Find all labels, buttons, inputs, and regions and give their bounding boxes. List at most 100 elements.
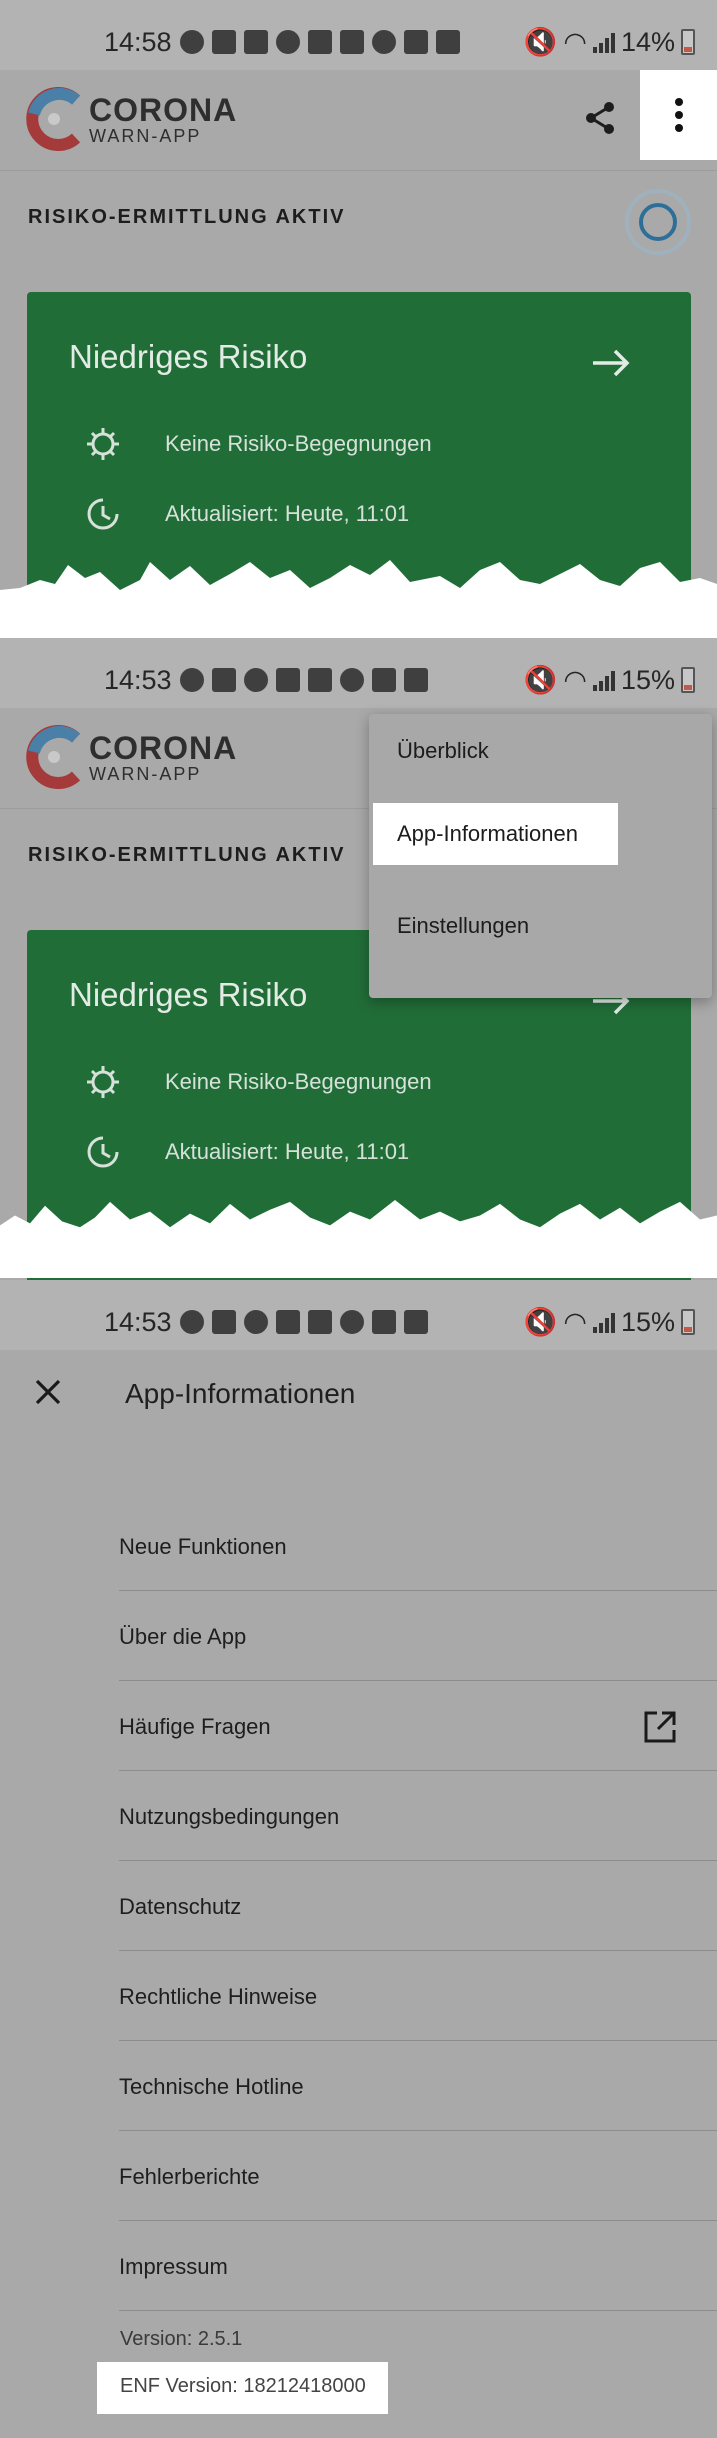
screenshot-home: 14:58 🔇 ◠ 14% CORONA WARN-APP RISIKO-ERM… — [0, 0, 717, 640]
upload-icon — [276, 668, 300, 692]
risk-card-title: Niedriges Risiko — [69, 338, 308, 375]
battery-icon — [681, 29, 695, 55]
updated-row: Aktualisiert: Heute, 11:01 — [83, 492, 409, 536]
signal-icon — [592, 31, 615, 53]
corona-warn-app-logo — [26, 87, 81, 151]
account-icon — [276, 30, 300, 54]
battery-percent: 15% — [620, 1306, 675, 1337]
external-link-icon — [644, 1711, 676, 1743]
list-item-label: Rechtliche Hinweise — [119, 1984, 318, 2009]
netflix-icon — [308, 668, 332, 692]
list-item-terms[interactable]: Nutzungsbedingungen — [119, 1771, 717, 1861]
clock-icon — [87, 1136, 119, 1168]
status-bar: 14:58 🔇 ◠ 14% — [0, 0, 717, 70]
page-title: App-Informationen — [125, 1378, 356, 1409]
list-item-imprint[interactable]: Impressum — [119, 2221, 717, 2311]
clock-icon — [87, 498, 119, 530]
notification-icon — [180, 30, 204, 54]
image-icon — [436, 30, 460, 54]
app-subname: WARN-APP — [89, 764, 202, 784]
mail-icon — [212, 1310, 236, 1334]
more-vert-icon — [674, 98, 683, 132]
wifi-icon: ◠ — [563, 1306, 587, 1337]
battery-icon — [681, 667, 695, 693]
mute-icon: 🔇 — [523, 27, 558, 57]
status-time: 14:58 — [104, 27, 172, 57]
status-time: 14:53 — [104, 665, 172, 695]
more-options-button[interactable] — [640, 70, 717, 160]
system-status: 🔇 ◠ 14% — [524, 26, 695, 58]
enf-version: ENF Version: 18212418000 — [97, 2362, 388, 2414]
menu-item-app-info[interactable]: App-Informationen — [373, 803, 618, 865]
list-item-new-features[interactable]: Neue Funktionen — [119, 1501, 717, 1591]
arrow-right-icon — [593, 349, 630, 377]
list-item-label: Über die App — [119, 1624, 247, 1649]
corona-warn-app-logo — [26, 725, 81, 789]
menu-item-settings[interactable]: Einstellungen — [369, 894, 712, 958]
app-bar: CORONA WARN-APP — [0, 70, 717, 170]
app-info-toolbar: App-Informationen — [0, 1350, 717, 1445]
list-item-privacy[interactable]: Datenschutz — [119, 1861, 717, 1951]
image-icon — [404, 1310, 428, 1334]
torn-edge — [0, 560, 717, 640]
share-icon[interactable] — [580, 98, 620, 138]
battery-percent: 15% — [620, 664, 675, 695]
risk-detection-status: RISIKO-ERMITTLUNG AKTIV — [28, 844, 346, 866]
virus-icon — [87, 428, 119, 460]
encounters-text: Keine Risiko-Begegnungen — [165, 431, 432, 456]
app-version: Version: 2.5.1 — [120, 2328, 243, 2350]
mute-icon: 🔇 — [523, 1307, 558, 1337]
list-item-technical-hotline[interactable]: Technische Hotline — [119, 2041, 717, 2131]
list-item-label: Technische Hotline — [119, 2074, 304, 2099]
camera-icon — [404, 30, 428, 54]
signal-icon — [592, 1311, 615, 1333]
menu-item-overview[interactable]: Überblick — [369, 719, 712, 783]
app-subname: WARN-APP — [89, 126, 202, 146]
status-time: 14:53 — [104, 1307, 172, 1337]
list-item-label: Neue Funktionen — [119, 1534, 287, 1559]
upload-icon — [212, 30, 236, 54]
battery-icon — [681, 1309, 695, 1335]
close-button[interactable] — [24, 1368, 72, 1416]
wifi-icon: ◠ — [563, 26, 587, 57]
camera-icon — [372, 1310, 396, 1334]
notification-icon — [180, 1310, 204, 1334]
tracing-status-icon — [625, 189, 691, 255]
torn-edge — [0, 1199, 717, 1278]
status-bar: 14:53 🔇 ◠ 15% — [0, 1280, 717, 1350]
list-item-faq[interactable]: Häufige Fragen — [119, 1681, 717, 1771]
encounters-text: Keine Risiko-Begegnungen — [165, 1069, 432, 1094]
list-item-label: Impressum — [119, 2254, 228, 2279]
keyhole-icon — [340, 668, 364, 692]
updated-text: Aktualisiert: Heute, 11:01 — [165, 501, 410, 526]
netflix-icon — [340, 30, 364, 54]
mute-icon: 🔇 — [523, 665, 558, 695]
virus-icon — [87, 1066, 119, 1098]
netflix-icon — [308, 1310, 332, 1334]
updated-row: Aktualisiert: Heute, 11:01 — [83, 1130, 409, 1174]
updated-text: Aktualisiert: Heute, 11:01 — [165, 1139, 410, 1164]
image-icon — [404, 668, 428, 692]
mail-icon — [212, 668, 236, 692]
upload-icon — [308, 30, 332, 54]
upload-icon — [276, 1310, 300, 1334]
risk-detection-bar[interactable]: RISIKO-ERMITTLUNG AKTIV — [0, 170, 717, 265]
screenshot-menu-open: 14:53 🔇 ◠ 15% CORONA WARN-APP RISIKO-ERM… — [0, 638, 717, 1280]
encounters-row: Keine Risiko-Begegnungen — [83, 1060, 432, 1104]
app-name: CORONA — [89, 92, 238, 128]
account-icon — [244, 1310, 268, 1334]
notification-icons — [180, 30, 460, 54]
app-name: CORONA — [89, 730, 238, 766]
notification-icon — [180, 668, 204, 692]
keyhole-icon — [340, 1310, 364, 1334]
encounters-row: Keine Risiko-Begegnungen — [83, 422, 432, 466]
keyhole-icon — [372, 30, 396, 54]
list-item-label: Häufige Fragen — [119, 1714, 271, 1739]
list-item-label: Nutzungsbedingungen — [119, 1804, 340, 1829]
risk-card-title: Niedriges Risiko — [69, 976, 308, 1013]
list-item-about-app[interactable]: Über die App — [119, 1591, 717, 1681]
mail-icon — [244, 30, 268, 54]
close-icon — [35, 1379, 61, 1405]
list-item-error-reports[interactable]: Fehlerberichte — [119, 2131, 717, 2221]
list-item-legal-notes[interactable]: Rechtliche Hinweise — [119, 1951, 717, 2041]
